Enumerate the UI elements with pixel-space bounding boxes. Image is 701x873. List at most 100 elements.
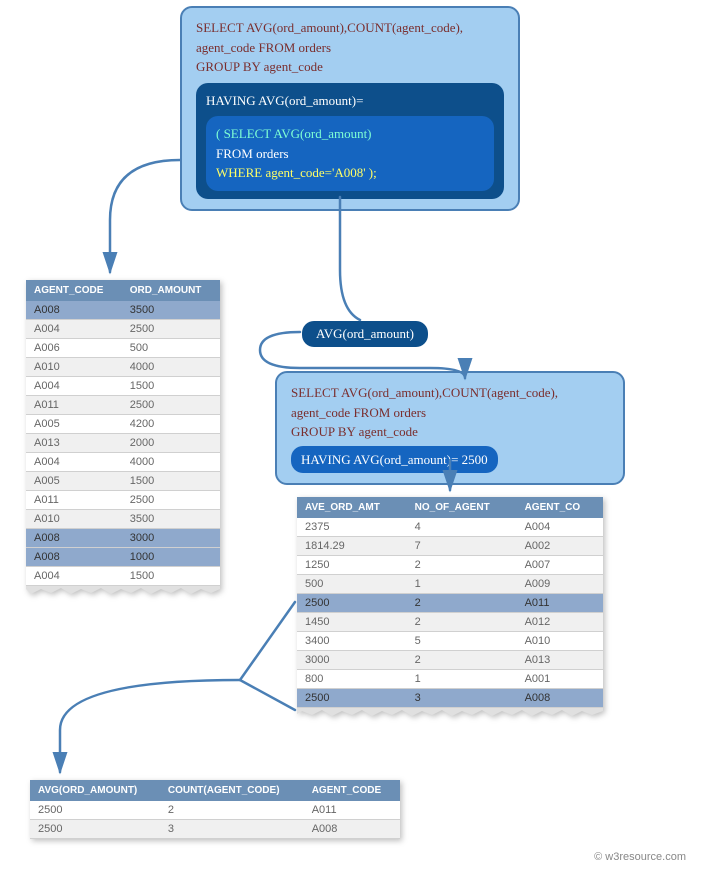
table-row: A0042500 xyxy=(26,320,220,339)
table-cell: A013 xyxy=(26,434,122,453)
table-row: 8001A001 xyxy=(297,670,603,689)
table-cell: A011 xyxy=(517,594,603,613)
table-row: 34005A010 xyxy=(297,632,603,651)
table-cell: 1500 xyxy=(122,567,220,586)
grouped-table: AVE_ORD_AMTNO_OF_AGENTAGENT_CO 23754A004… xyxy=(297,497,603,718)
table-cell: A004 xyxy=(26,377,122,396)
table-row: A0132000 xyxy=(26,434,220,453)
table-cell: 3000 xyxy=(297,651,407,670)
table-row: 23754A004 xyxy=(297,518,603,537)
table-row: A0112500 xyxy=(26,491,220,510)
table-row: 5001A009 xyxy=(297,575,603,594)
table-cell: A009 xyxy=(517,575,603,594)
table-cell: 3 xyxy=(160,820,304,839)
table-row: A0054200 xyxy=(26,415,220,434)
table-cell: 2500 xyxy=(122,491,220,510)
table-row: A0112500 xyxy=(26,396,220,415)
table-row: A0041500 xyxy=(26,377,220,396)
table-cell: 800 xyxy=(297,670,407,689)
having-pill: HAVING AVG(ord_amount)= 2500 xyxy=(291,446,498,474)
sql-sub-line: FROM orders xyxy=(216,144,484,164)
sql-line: GROUP BY agent_code xyxy=(291,422,609,442)
table-row: 12502A007 xyxy=(297,556,603,575)
sql-line: GROUP BY agent_code xyxy=(196,57,504,77)
table-row: 30002A013 xyxy=(297,651,603,670)
table-cell: 4000 xyxy=(122,358,220,377)
table-cell: A010 xyxy=(517,632,603,651)
table-cell: 3000 xyxy=(122,529,220,548)
orders-table: AGENT_CODEORD_AMOUNT A0083500A0042500A00… xyxy=(26,280,220,596)
table-cell: 7 xyxy=(407,537,517,556)
sql-line: SELECT AVG(ord_amount),COUNT(agent_code)… xyxy=(196,18,504,38)
table-cell: 4200 xyxy=(122,415,220,434)
table-cell: A004 xyxy=(517,518,603,537)
table-cell: A008 xyxy=(304,820,400,839)
sql-line: agent_code FROM orders xyxy=(196,38,504,58)
table-row: 25003A008 xyxy=(297,689,603,708)
table-row: A0083000 xyxy=(26,529,220,548)
result-table: AVG(ORD_AMOUNT)COUNT(AGENT_CODE)AGENT_CO… xyxy=(30,780,400,839)
table-cell: 1000 xyxy=(122,548,220,567)
column-header: AGENT_CO xyxy=(517,497,603,518)
table-cell: 2000 xyxy=(122,434,220,453)
table-row: A0044000 xyxy=(26,453,220,472)
table-cell: 4 xyxy=(407,518,517,537)
table-cell: A004 xyxy=(26,453,122,472)
table-row: 25002A011 xyxy=(297,594,603,613)
table-cell: A005 xyxy=(26,472,122,491)
table-cell: 2500 xyxy=(122,396,220,415)
table-cell: 500 xyxy=(122,339,220,358)
sql-having: HAVING AVG(ord_amount)= xyxy=(206,91,494,111)
table-cell: 2 xyxy=(407,594,517,613)
table-row: A0103500 xyxy=(26,510,220,529)
sql-line: agent_code FROM orders xyxy=(291,403,609,423)
table-cell: 3400 xyxy=(297,632,407,651)
table-cell: A008 xyxy=(26,548,122,567)
table-cell: 1250 xyxy=(297,556,407,575)
table-row: A006500 xyxy=(26,339,220,358)
column-header: COUNT(AGENT_CODE) xyxy=(160,780,304,801)
table-row: 1814.297A002 xyxy=(297,537,603,556)
table-cell: A010 xyxy=(26,358,122,377)
table-cell: A001 xyxy=(517,670,603,689)
query-box-outer: SELECT AVG(ord_amount),COUNT(agent_code)… xyxy=(180,6,520,211)
table-row: A0041500 xyxy=(26,567,220,586)
avg-pill: AVG(ord_amount) xyxy=(302,321,428,347)
table-cell: 1814.29 xyxy=(297,537,407,556)
column-header: AVG(ORD_AMOUNT) xyxy=(30,780,160,801)
table-cell: A006 xyxy=(26,339,122,358)
table-cell: 2500 xyxy=(30,820,160,839)
table-row: 25003A008 xyxy=(30,820,400,839)
table-cell: 2 xyxy=(407,613,517,632)
column-header: NO_OF_AGENT xyxy=(407,497,517,518)
table-row: A0104000 xyxy=(26,358,220,377)
table-cell: A004 xyxy=(26,320,122,339)
table-cell: 3500 xyxy=(122,301,220,320)
table-row: 14502A012 xyxy=(297,613,603,632)
table-cell: A005 xyxy=(26,415,122,434)
column-header: AGENT_CODE xyxy=(26,280,122,301)
table-cell: 1 xyxy=(407,670,517,689)
table-cell: 2 xyxy=(407,556,517,575)
table-cell: A011 xyxy=(26,491,122,510)
table-cell: A008 xyxy=(26,301,122,320)
table-row: A0051500 xyxy=(26,472,220,491)
sql-sub-line: WHERE agent_code='A008' ); xyxy=(216,163,484,183)
table-cell: 1500 xyxy=(122,377,220,396)
table-cell: 500 xyxy=(297,575,407,594)
table-cell: 2 xyxy=(407,651,517,670)
table-cell: 2500 xyxy=(122,320,220,339)
table-row: 25002A011 xyxy=(30,801,400,820)
table-cell: A011 xyxy=(26,396,122,415)
table-cell: 1500 xyxy=(122,472,220,491)
table-cell: A013 xyxy=(517,651,603,670)
copyright: © w3resource.com xyxy=(594,851,686,863)
table-cell: A012 xyxy=(517,613,603,632)
table-cell: 4000 xyxy=(122,453,220,472)
table-cell: A010 xyxy=(26,510,122,529)
table-cell: 2500 xyxy=(297,689,407,708)
table-cell: 2 xyxy=(160,801,304,820)
sql-line: SELECT AVG(ord_amount),COUNT(agent_code)… xyxy=(291,383,609,403)
having-clause-box: HAVING AVG(ord_amount)= ( SELECT AVG(ord… xyxy=(196,83,504,199)
table-cell: A008 xyxy=(517,689,603,708)
